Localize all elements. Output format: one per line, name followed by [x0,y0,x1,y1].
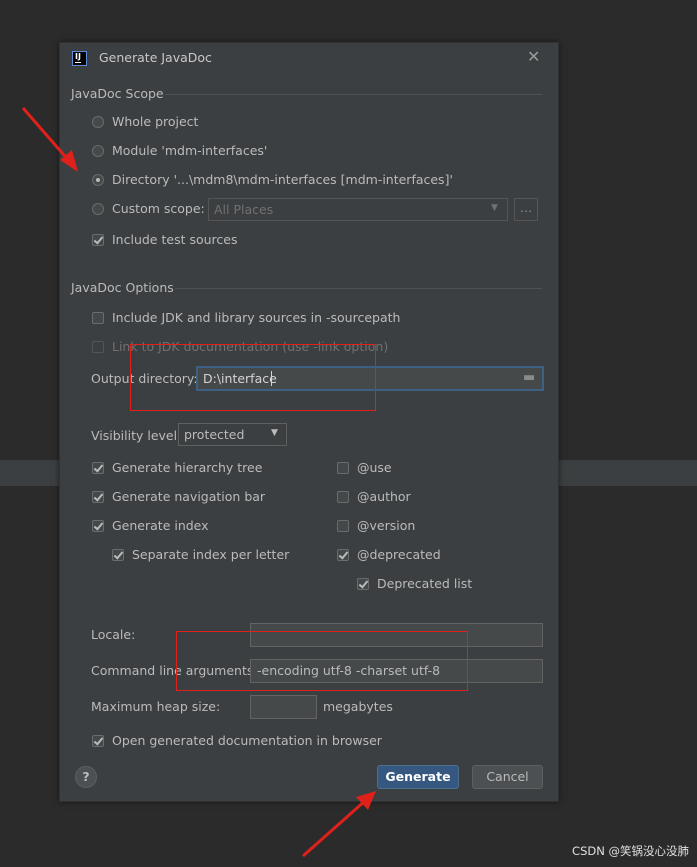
arrow-to-directory [21,107,78,172]
arrow-to-generate [302,791,376,858]
annotation-arrows [21,107,376,858]
watermark: CSDN @笑锅没心没肺 [572,844,689,858]
